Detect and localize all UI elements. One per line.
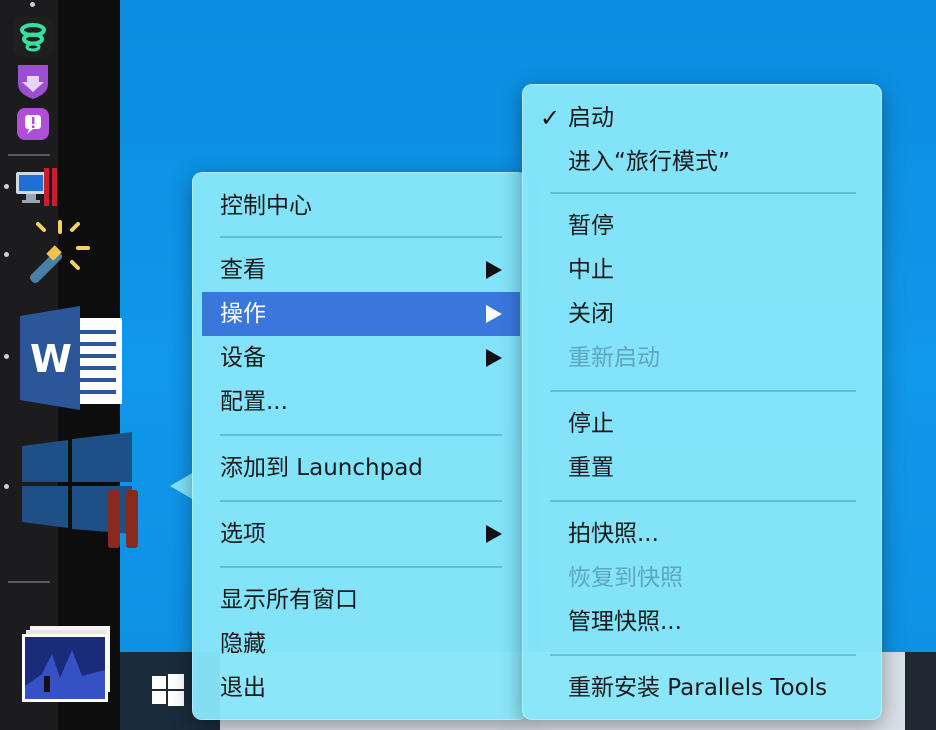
purple-shield-download-icon[interactable] xyxy=(14,62,52,100)
magic-wand-icon[interactable] xyxy=(20,218,92,290)
submenu-item-restart: 重新启动 xyxy=(522,336,882,380)
menu-item-control-center[interactable]: 控制中心 xyxy=(192,184,528,228)
purple-chat-alert-icon[interactable] xyxy=(15,106,51,142)
actions-submenu: ✓ 启动 进入“旅行模式” 暂停 中止 关闭 重新启动 停止 重置 拍快照...… xyxy=(522,84,882,720)
submenu-item-reinstall-tools[interactable]: 重新安装 Parallels Tools xyxy=(522,666,882,710)
menu-item-actions[interactable]: 操作 xyxy=(202,292,520,336)
submenu-item-travel-mode[interactable]: 进入“旅行模式” xyxy=(522,140,882,184)
menu-item-label: 控制中心 xyxy=(220,193,312,219)
menu-item-show-all-windows[interactable]: 显示所有窗口 xyxy=(192,578,528,622)
dock-separator xyxy=(8,154,50,156)
green-swirl-app-icon[interactable] xyxy=(12,16,54,58)
menu-item-label: 启动 xyxy=(568,105,614,131)
menu-item-label: 设备 xyxy=(220,345,266,371)
dock-indicator-dot xyxy=(4,184,9,189)
menu-item-quit[interactable]: 退出 xyxy=(192,666,528,710)
menu-item-add-to-launchpad[interactable]: 添加到 Launchpad xyxy=(192,446,528,490)
menu-item-label: 显示所有窗口 xyxy=(220,587,358,613)
presentation-thumbnail-icon[interactable] xyxy=(22,626,112,702)
dock-indicator-dot xyxy=(4,354,9,359)
menu-item-view[interactable]: 查看 xyxy=(192,248,528,292)
menu-item-label: 重新安装 Parallels Tools xyxy=(568,675,828,701)
windows-parallels-icon[interactable] xyxy=(20,430,144,550)
menu-separator xyxy=(550,390,856,392)
submenu-item-pause[interactable]: 暂停 xyxy=(522,204,882,248)
submenu-arrow-icon xyxy=(486,261,502,279)
menu-separator xyxy=(220,500,502,502)
menu-item-label: 关闭 xyxy=(568,301,614,327)
menu-item-label: 拍快照... xyxy=(568,521,659,547)
dock-separator xyxy=(8,581,50,583)
menu-item-label: 退出 xyxy=(220,675,266,701)
menu-item-label: 进入“旅行模式” xyxy=(568,149,730,175)
dock-indicator-dot xyxy=(4,484,9,489)
menu-separator xyxy=(220,566,502,568)
submenu-item-reset[interactable]: 重置 xyxy=(522,446,882,490)
menu-item-label: 添加到 Launchpad xyxy=(220,455,423,481)
menu-separator xyxy=(550,500,856,502)
menu-item-label: 操作 xyxy=(220,301,266,327)
taskbar-right-edge xyxy=(905,652,936,730)
menu-item-label: 配置... xyxy=(220,389,288,415)
checkmark-icon: ✓ xyxy=(540,104,561,132)
menu-item-label: 查看 xyxy=(220,257,266,283)
monitor-parallels-icon[interactable] xyxy=(14,166,58,210)
menu-separator xyxy=(220,236,502,238)
windows-start-icon[interactable] xyxy=(152,674,184,706)
menu-item-label: 管理快照... xyxy=(568,609,682,635)
submenu-arrow-icon xyxy=(486,305,502,323)
menu-item-label: 暂停 xyxy=(568,213,614,239)
menu-item-label: 选项 xyxy=(220,521,266,547)
dock-indicator-dot xyxy=(4,252,9,257)
submenu-arrow-icon xyxy=(486,525,502,543)
menu-separator xyxy=(550,192,856,194)
menu-item-devices[interactable]: 设备 xyxy=(192,336,528,380)
submenu-item-start[interactable]: ✓ 启动 xyxy=(522,96,882,140)
submenu-item-shutdown[interactable]: 关闭 xyxy=(522,292,882,336)
menu-item-hide[interactable]: 隐藏 xyxy=(192,622,528,666)
menu-item-configure[interactable]: 配置... xyxy=(192,380,528,424)
submenu-item-stop[interactable]: 停止 xyxy=(522,402,882,446)
menu-item-label: 重新启动 xyxy=(568,345,660,371)
menu-item-label: 隐藏 xyxy=(220,631,266,657)
context-menu: 控制中心 查看 操作 设备 配置... 添加到 Launchpad 选项 显示所… xyxy=(192,172,528,720)
menu-item-label: 停止 xyxy=(568,411,614,437)
menu-pointer xyxy=(170,472,194,500)
menu-item-label: 恢复到快照 xyxy=(568,565,683,591)
menu-separator xyxy=(220,434,502,436)
word-document-icon[interactable]: W xyxy=(20,306,124,410)
submenu-item-manage-snapshots[interactable]: 管理快照... xyxy=(522,600,882,644)
submenu-item-take-snapshot[interactable]: 拍快照... xyxy=(522,512,882,556)
submenu-arrow-icon xyxy=(486,349,502,367)
menu-separator xyxy=(550,654,856,656)
menu-item-options[interactable]: 选项 xyxy=(192,512,528,556)
menu-item-label: 中止 xyxy=(568,257,614,283)
submenu-item-revert-snapshot: 恢复到快照 xyxy=(522,556,882,600)
svg-text:W: W xyxy=(30,337,72,381)
submenu-item-suspend[interactable]: 中止 xyxy=(522,248,882,292)
dock-indicator-dot xyxy=(30,2,35,7)
menu-item-label: 重置 xyxy=(568,455,614,481)
mac-dock: W xyxy=(0,0,138,730)
